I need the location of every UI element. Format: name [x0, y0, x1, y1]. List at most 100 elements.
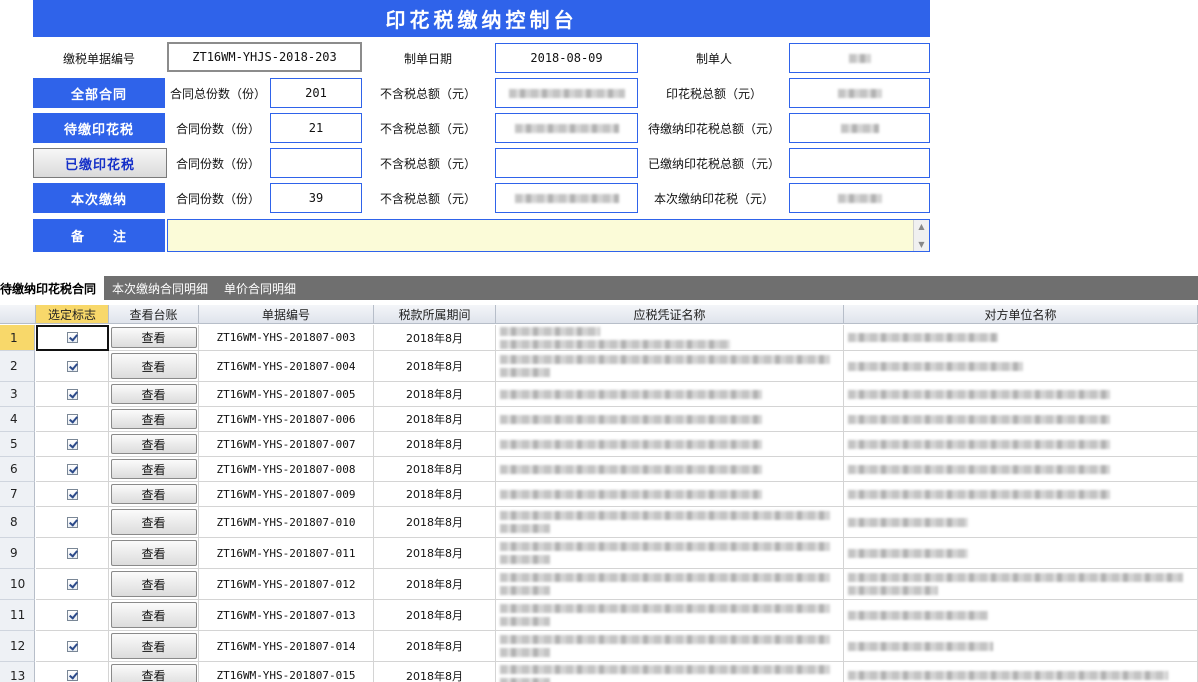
view-ledger-button[interactable]: 查看	[110, 409, 197, 429]
row-number[interactable]: 3	[0, 382, 35, 407]
checkbox-checked-icon[interactable]	[66, 388, 78, 400]
all-amount-field[interactable]	[495, 78, 638, 108]
view-ledger-button[interactable]: 查看	[110, 434, 197, 454]
maker-field[interactable]	[789, 43, 930, 73]
row-number[interactable]: 9	[0, 538, 35, 569]
current-count-field[interactable]: 39	[270, 183, 362, 213]
row-number[interactable]: 6	[0, 457, 35, 482]
view-ledger-button[interactable]: 查看	[110, 664, 197, 682]
tab-pending-contracts[interactable]: 待缴纳印花税合同	[0, 276, 105, 300]
redacted-text	[500, 635, 830, 644]
paid-amount-field[interactable]	[495, 148, 638, 178]
pending-count-field[interactable]: 21	[270, 113, 362, 143]
view-ledger-button[interactable]: 查看	[110, 540, 197, 566]
view-ledger-button[interactable]: 查看	[110, 602, 197, 628]
select-checkbox-cell[interactable]	[36, 382, 109, 407]
redacted-text	[848, 573, 1183, 582]
doc-no-cell: ZT16WM-YHS-201807-011	[199, 538, 374, 569]
checkbox-checked-icon[interactable]	[66, 640, 78, 652]
row-number[interactable]: 4	[0, 407, 35, 432]
checkbox-checked-icon[interactable]	[66, 463, 78, 475]
view-ledger-button[interactable]: 查看	[110, 633, 197, 659]
select-checkbox-cell[interactable]	[36, 600, 109, 631]
voucher-name-cell	[496, 538, 844, 569]
select-checkbox-cell[interactable]	[36, 407, 109, 432]
paid-count-field[interactable]	[270, 148, 362, 178]
date-label: 制单日期	[403, 51, 452, 66]
current-contracts-button[interactable]: 本次缴纳	[33, 183, 165, 213]
view-ledger-button[interactable]: 查看	[110, 384, 197, 404]
select-checkbox-cell[interactable]	[36, 507, 109, 538]
paid-tax-field[interactable]	[789, 148, 930, 178]
pending-tax-field[interactable]	[789, 113, 930, 143]
view-ledger-cell: 查看	[109, 382, 199, 407]
row-number[interactable]: 1	[0, 325, 35, 351]
column-header-doc-no[interactable]: 单据编号	[199, 305, 374, 324]
checkbox-checked-icon[interactable]	[66, 488, 78, 500]
pending-amount-field[interactable]	[495, 113, 638, 143]
select-checkbox-cell[interactable]	[36, 325, 109, 351]
select-checkbox-cell[interactable]	[36, 631, 109, 662]
paid-contracts-button[interactable]: 已缴印花税	[33, 148, 167, 178]
current-count-label: 合同份数（份）	[175, 191, 260, 206]
view-ledger-button[interactable]: 查看	[110, 459, 197, 479]
view-ledger-button[interactable]: 查看	[110, 509, 197, 535]
row-number[interactable]: 7	[0, 482, 35, 507]
view-ledger-button[interactable]: 查看	[110, 353, 197, 379]
column-header-counterparty-name[interactable]: 对方单位名称	[844, 305, 1198, 324]
row-number[interactable]: 13	[0, 662, 35, 682]
checkbox-checked-icon[interactable]	[66, 438, 78, 450]
column-header-selected-flag[interactable]: 选定标志	[36, 305, 109, 324]
redacted-text	[500, 489, 762, 499]
row-number[interactable]: 10	[0, 569, 35, 600]
checkbox-checked-icon[interactable]	[66, 547, 78, 559]
redacted-text	[500, 355, 830, 364]
current-tax-label: 本次缴纳印花税（元）	[653, 191, 774, 206]
row-number[interactable]: 12	[0, 631, 35, 662]
column-header-tax-period[interactable]: 税款所属期间	[374, 305, 496, 324]
current-amount-field[interactable]	[495, 183, 638, 213]
view-ledger-button[interactable]: 查看	[110, 571, 197, 597]
column-header-voucher-name[interactable]: 应税凭证名称	[496, 305, 844, 324]
doc-no-field[interactable]: ZT16WM-YHJS-2018-203	[167, 42, 362, 72]
column-header-view-ledger[interactable]: 查看台账	[109, 305, 199, 324]
all-tax-field[interactable]	[789, 78, 930, 108]
paid-count-label: 合同份数（份）	[175, 156, 260, 171]
select-checkbox-cell[interactable]	[36, 432, 109, 457]
scroll-up-icon[interactable]: ▲	[918, 222, 924, 231]
view-ledger-button[interactable]: 查看	[110, 484, 197, 504]
current-tax-field[interactable]	[789, 183, 930, 213]
checkbox-checked-icon[interactable]	[66, 670, 78, 681]
all-count-field[interactable]: 201	[270, 78, 362, 108]
checkbox-checked-icon[interactable]	[66, 609, 78, 621]
checkbox-checked-icon[interactable]	[66, 578, 78, 590]
checkbox-checked-icon[interactable]	[66, 516, 78, 528]
select-checkbox-cell[interactable]	[36, 482, 109, 507]
select-checkbox-cell[interactable]	[36, 457, 109, 482]
checkbox-checked-icon[interactable]	[66, 413, 78, 425]
view-ledger-cell: 查看	[109, 482, 199, 507]
checkbox-checked-icon[interactable]	[66, 332, 78, 343]
select-checkbox-cell[interactable]	[36, 662, 109, 682]
row-number[interactable]: 5	[0, 432, 35, 457]
remark-field[interactable]: ▲ ▼	[167, 219, 930, 252]
row-number[interactable]: 8	[0, 507, 35, 538]
counterparty-name-cell	[844, 631, 1198, 662]
checkbox-checked-icon[interactable]	[66, 360, 78, 372]
voucher-name-cell	[496, 407, 844, 432]
scroll-down-icon[interactable]: ▼	[918, 240, 924, 249]
select-checkbox-cell[interactable]	[36, 538, 109, 569]
row-number[interactable]: 11	[0, 600, 35, 631]
tab-unit-price-details[interactable]: 单价合同明细	[216, 276, 304, 300]
date-field[interactable]: 2018-08-09	[495, 43, 638, 73]
pending-contracts-button[interactable]: 待缴印花税	[33, 113, 165, 143]
row-number[interactable]: 2	[0, 351, 35, 382]
voucher-name-cell	[496, 432, 844, 457]
view-ledger-button[interactable]: 查看	[110, 327, 197, 348]
remark-scrollbar[interactable]: ▲ ▼	[913, 220, 929, 251]
all-contracts-button[interactable]: 全部合同	[33, 78, 165, 108]
select-checkbox-cell[interactable]	[36, 351, 109, 382]
tab-current-payment-details[interactable]: 本次缴纳合同明细	[104, 276, 216, 300]
view-ledger-cell: 查看	[109, 351, 199, 382]
select-checkbox-cell[interactable]	[36, 569, 109, 600]
